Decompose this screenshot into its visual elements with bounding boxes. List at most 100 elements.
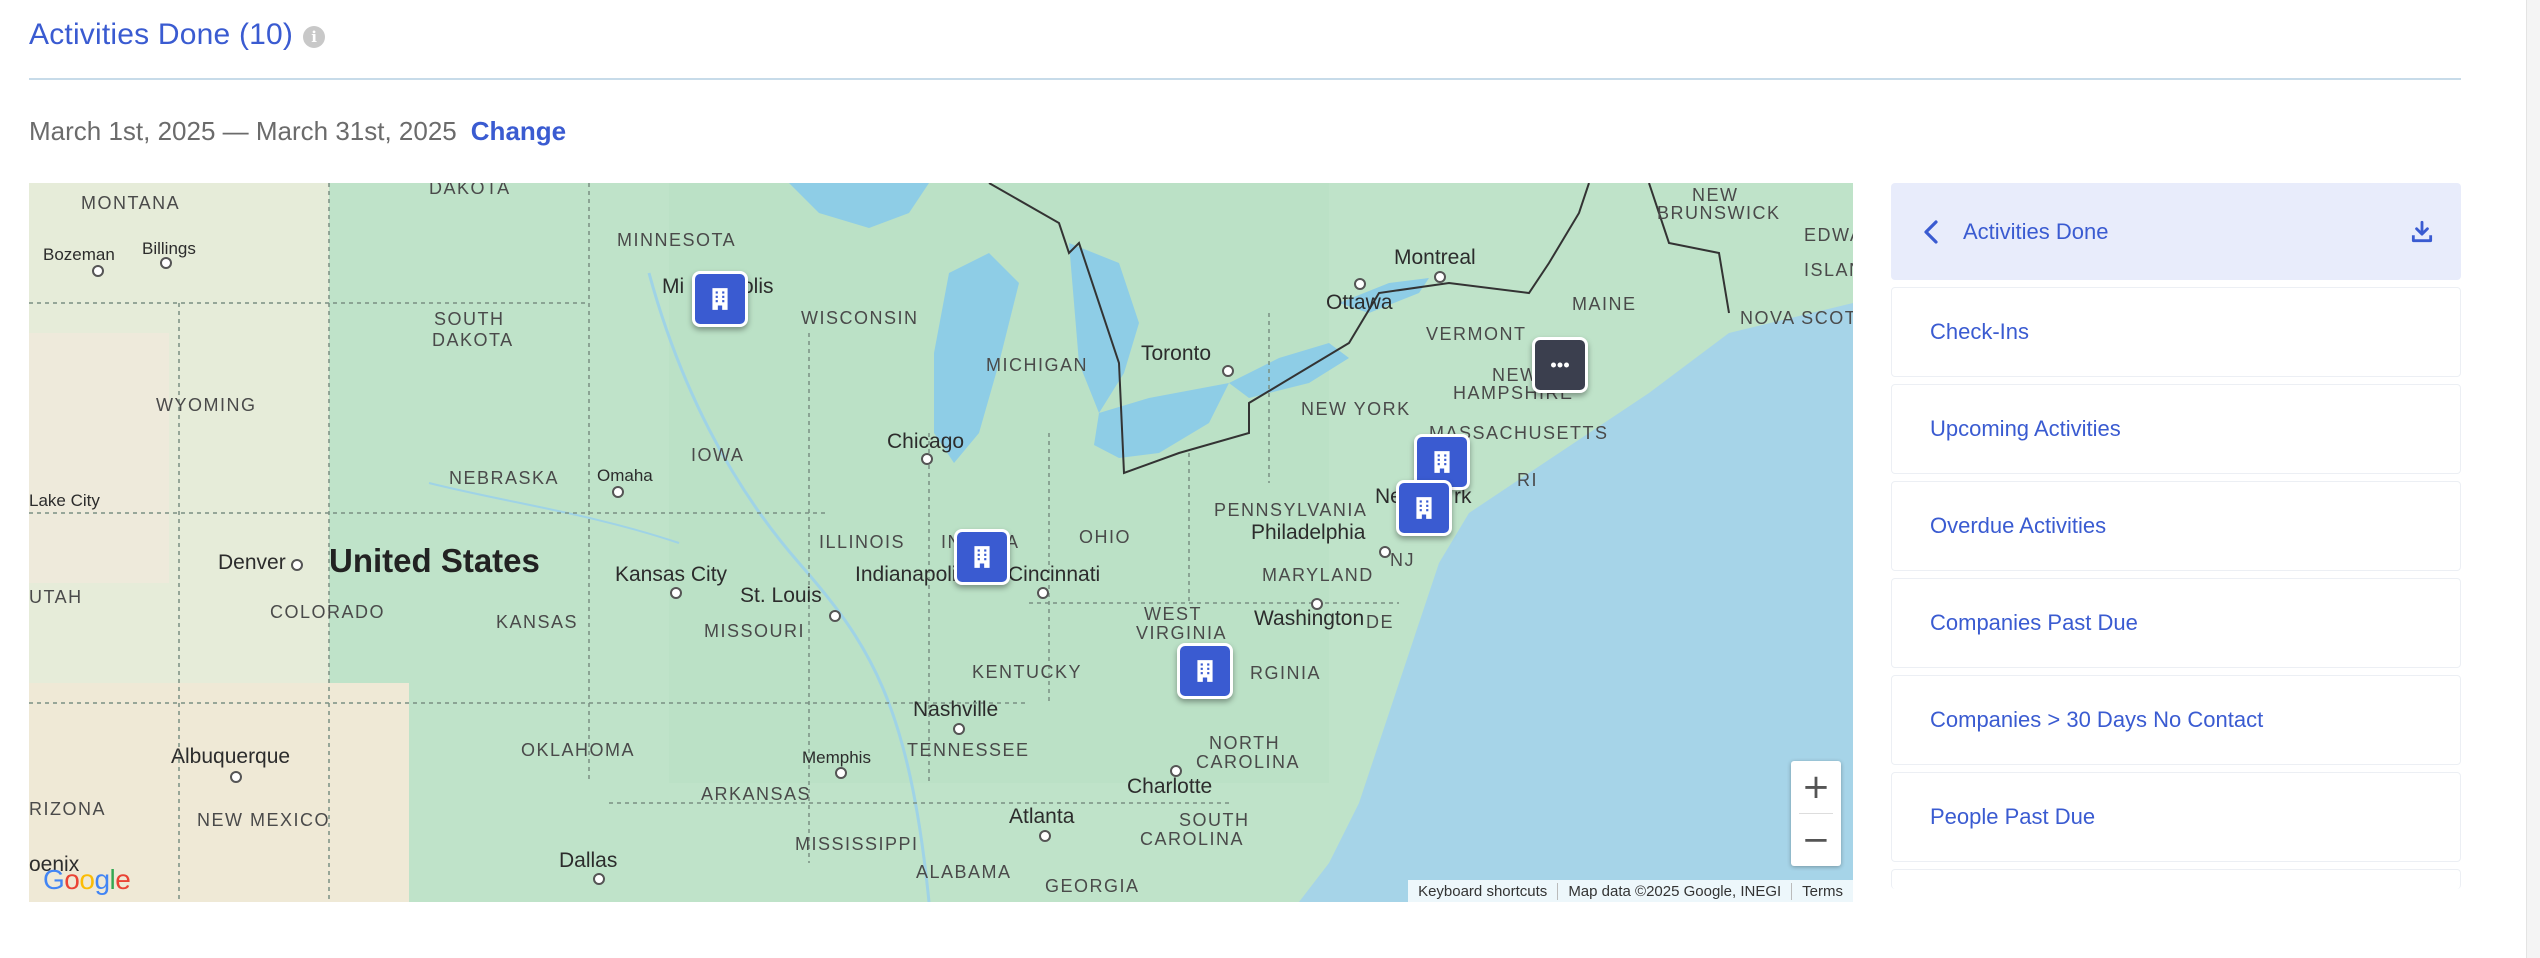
info-icon[interactable]: i: [303, 26, 326, 48]
label-denver: Denver: [218, 551, 286, 574]
panel-item-upcoming-activities[interactable]: Upcoming Activities: [1891, 384, 2461, 474]
panel-header: Activities Done: [1891, 183, 2461, 280]
page-title: Activities Done (10): [29, 18, 294, 51]
date-filter: March 1st, 2025 — March 31st, 2025 Chang…: [29, 116, 566, 147]
label-united-states: United States: [329, 542, 540, 579]
city-dot: [829, 610, 841, 622]
label-west-virginia-1: WEST: [1144, 604, 1202, 624]
label-billings: Billings: [142, 239, 196, 258]
label-ri: RI: [1517, 470, 1538, 490]
label-south-dakota-2: DAKOTA: [432, 330, 514, 350]
label-toronto: Toronto: [1141, 342, 1212, 365]
label-nebraska: NEBRASKA: [449, 468, 560, 488]
label-dakota: DAKOTA: [429, 183, 511, 198]
label-vermont: VERMONT: [1426, 324, 1527, 344]
panel-item-check-ins[interactable]: Check-Ins: [1891, 287, 2461, 377]
date-range-text: March 1st, 2025 — March 31st, 2025: [29, 116, 457, 146]
label-washington: Washington: [1254, 607, 1365, 630]
label-montana: MONTANA: [81, 193, 181, 213]
download-icon[interactable]: [2409, 219, 2435, 245]
label-illinois: ILLINOIS: [819, 532, 906, 552]
label-albuquerque: Albuquerque: [171, 745, 291, 768]
label-ottawa: Ottawa: [1326, 291, 1393, 314]
label-georgia: GEORGIA: [1045, 876, 1140, 896]
map-pin-minneapolis[interactable]: [692, 271, 748, 327]
city-dot: [921, 453, 933, 465]
keyboard-shortcuts-link[interactable]: Keyboard shortcuts: [1408, 883, 1557, 900]
map-pin-indianapolis[interactable]: [954, 529, 1010, 585]
label-kentucky: KENTUCKY: [972, 662, 1083, 682]
label-bozeman: Bozeman: [43, 245, 115, 264]
label-ohio: OHIO: [1079, 527, 1132, 547]
label-new-brunswick-2: BRUNSWICK: [1657, 203, 1781, 223]
city-dot: [593, 873, 605, 885]
building-icon: [1416, 497, 1432, 519]
chevron-left-icon[interactable]: [1921, 218, 1941, 246]
label-pei-3: ISLAN: [1804, 260, 1853, 280]
city-dot: [670, 587, 682, 599]
activity-map[interactable]: MONTANA DAKOTA MINNESOTA Bozeman Billing…: [29, 183, 1853, 902]
city-dot: [1379, 546, 1391, 558]
report-panel: Activities Done Check-Ins Upcoming Activ…: [1891, 183, 2461, 889]
label-iowa: IOWA: [691, 445, 745, 465]
building-icon: [1197, 660, 1213, 682]
city-dot: [1354, 278, 1366, 290]
city-dot: [1039, 830, 1051, 842]
label-maryland: MARYLAND: [1262, 565, 1374, 585]
label-michigan: MICHIGAN: [986, 355, 1088, 375]
panel-item-companies-no-contact[interactable]: Companies > 30 Days No Contact: [1891, 675, 2461, 765]
label-maine: MAINE: [1572, 294, 1637, 314]
building-icon: [1434, 451, 1450, 473]
label-montreal: Montreal: [1394, 246, 1476, 269]
label-north-carolina-1: NORTH: [1209, 733, 1281, 753]
ellipsis-icon: [1551, 362, 1569, 368]
label-nova-scotia: NOVA SCOTIA: [1740, 308, 1853, 328]
label-wisconsin: WISCONSIN: [801, 308, 919, 328]
city-dot: [1434, 271, 1446, 283]
map-pin-cluster-new-hampshire[interactable]: [1532, 337, 1588, 393]
label-oklahoma: OKLAHOMA: [521, 740, 636, 760]
label-de: DE: [1366, 612, 1395, 632]
city-dot: [953, 723, 965, 735]
panel-item-overdue-activities[interactable]: Overdue Activities: [1891, 481, 2461, 571]
label-atlanta: Atlanta: [1009, 805, 1075, 828]
label-south-carolina-1: SOUTH: [1179, 810, 1250, 830]
label-dallas: Dallas: [559, 849, 618, 872]
change-date-link[interactable]: Change: [471, 116, 566, 147]
label-minneapolis-a: Mi: [662, 275, 685, 298]
zoom-out-button[interactable]: −: [1791, 814, 1841, 866]
city-dot: [1170, 765, 1182, 777]
city-dot: [612, 486, 624, 498]
map-pin-virginia[interactable]: [1177, 643, 1233, 699]
panel-item-partial: [1891, 869, 2461, 889]
label-virginia: RGINIA: [1250, 663, 1322, 683]
map-pin-new-york[interactable]: [1396, 480, 1452, 536]
label-memphis: Memphis: [802, 748, 871, 767]
label-philadelphia: Philadelphia: [1251, 521, 1366, 544]
label-west-virginia-2: VIRGINIA: [1136, 623, 1228, 643]
label-new-mexico: NEW MEXICO: [197, 810, 331, 830]
label-south-dakota-1: SOUTH: [434, 309, 505, 329]
activities-page: Activities Done (10) i March 1st, 2025 —…: [0, 0, 2540, 958]
city-dot: [92, 265, 104, 277]
zoom-in-button[interactable]: +: [1791, 761, 1841, 813]
label-kansas: KANSAS: [496, 612, 579, 632]
terms-link[interactable]: Terms: [1791, 882, 1853, 900]
zoom-controls: + −: [1791, 761, 1841, 866]
label-utah: UTAH: [29, 587, 83, 607]
label-arizona: RIZONA: [29, 799, 107, 819]
label-missouri: MISSOURI: [704, 621, 806, 641]
label-pennsylvania: PENNSYLVANIA: [1214, 500, 1368, 520]
city-dot: [230, 771, 242, 783]
label-chicago: Chicago: [887, 430, 965, 453]
panel-item-people-past-due[interactable]: People Past Due: [1891, 772, 2461, 862]
panel-title: Activities Done: [1963, 218, 2109, 244]
map-data-text: Map data ©2025 Google, INEGI: [1557, 882, 1791, 900]
label-wyoming: WYOMING: [156, 395, 257, 415]
label-new-york: NEW YORK: [1301, 399, 1411, 419]
page-scrollbar[interactable]: [2526, 0, 2540, 958]
label-cincinnati: Cincinnati: [1008, 563, 1101, 586]
panel-item-companies-past-due[interactable]: Companies Past Due: [1891, 578, 2461, 668]
header-divider: [29, 78, 2461, 80]
city-dot: [291, 559, 303, 571]
